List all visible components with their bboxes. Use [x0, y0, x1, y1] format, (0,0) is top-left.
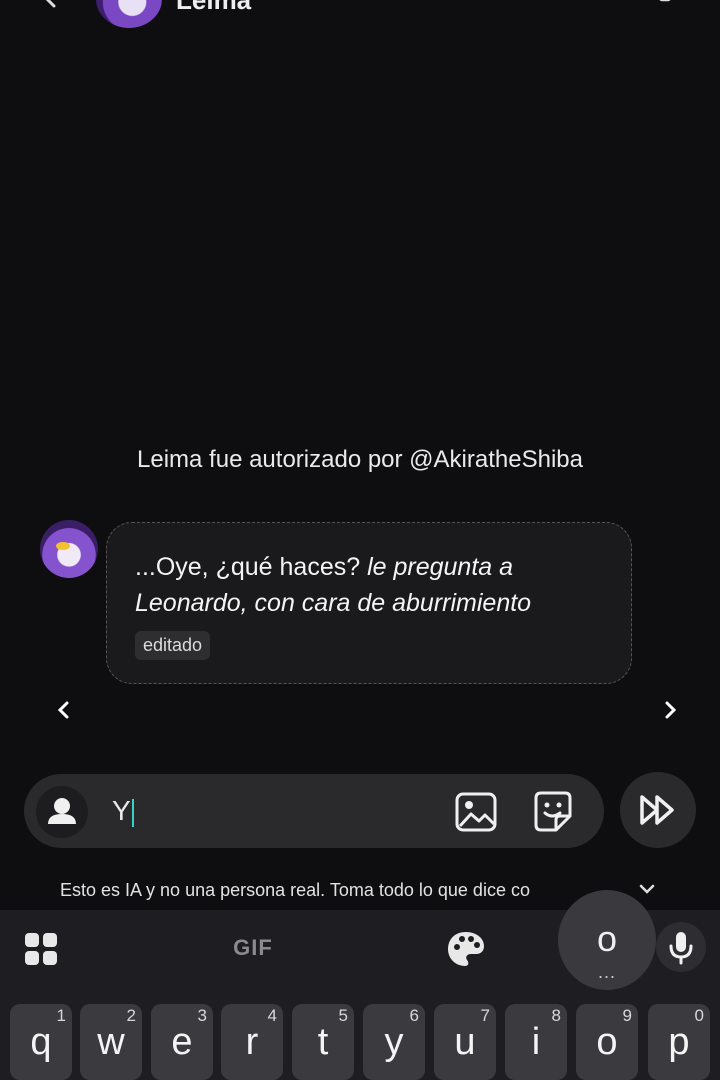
sticker-button[interactable] [530, 790, 576, 834]
sticker-icon [534, 791, 572, 832]
key-p[interactable]: 0p [648, 1004, 710, 1080]
chevron-down-icon[interactable] [636, 878, 658, 900]
key-letter: e [171, 1021, 193, 1063]
key-q[interactable]: 1q [10, 1004, 72, 1080]
key-letter: o [596, 1021, 618, 1063]
gif-button[interactable]: GIF [226, 934, 280, 962]
message-bubble[interactable]: ...Oye, ¿qué haces? le pregunta a Leonar… [106, 522, 632, 684]
key-e[interactable]: 3e [151, 1004, 213, 1080]
edited-badge: editado [135, 631, 211, 660]
key-letter: q [30, 1021, 52, 1063]
menu-icon[interactable] [640, 0, 674, 12]
previous-response-button[interactable] [52, 694, 76, 726]
key-letter: p [668, 1021, 690, 1063]
persona-button[interactable] [36, 786, 88, 838]
mic-button[interactable] [656, 922, 706, 972]
persona-icon [48, 798, 76, 824]
message-input[interactable]: Y [112, 791, 432, 831]
key-w[interactable]: 2w [80, 1004, 142, 1080]
next-response-button[interactable] [658, 694, 682, 726]
voice-call-icon[interactable] [566, 0, 600, 12]
key-letter: i [531, 1021, 541, 1063]
text-caret [131, 798, 134, 827]
message-avatar[interactable] [40, 520, 98, 578]
key-y[interactable]: 6y [363, 1004, 425, 1080]
chevron-left-icon[interactable] [30, 0, 70, 16]
fast-forward-icon [640, 795, 674, 825]
palette-icon[interactable] [446, 930, 486, 968]
image-icon [455, 792, 497, 832]
key-letter: w [97, 1021, 125, 1063]
key-letter: y [384, 1021, 404, 1063]
authorization-notice: Leima fue autorizado por @AkiratheShiba [137, 446, 583, 473]
key-u[interactable]: 7u [434, 1004, 496, 1080]
key-letter: r [245, 1021, 259, 1063]
key-t[interactable]: 5t [292, 1004, 354, 1080]
chat-title[interactable]: Leima [176, 0, 251, 14]
key-i[interactable]: 8i [505, 1004, 567, 1080]
ai-disclaimer: Esto es IA y no una persona real. Toma t… [60, 880, 530, 900]
message-input-value: Y [112, 795, 131, 826]
key-preview-dots: ... [597, 962, 616, 982]
key-r[interactable]: 4r [221, 1004, 283, 1080]
message-text: ...Oye, ¿qué haces? le pregunta a Leonar… [135, 549, 603, 621]
microphone-icon [669, 932, 693, 965]
key-preview-char: o [596, 918, 618, 959]
image-button[interactable] [454, 790, 498, 834]
apps-grid-icon[interactable] [24, 932, 58, 966]
key-o[interactable]: 9o [576, 1004, 638, 1080]
fast-forward-button[interactable] [620, 772, 696, 848]
message-text-plain: ...Oye, ¿qué haces? [135, 553, 368, 581]
key-letter: u [454, 1021, 476, 1063]
key-letter: t [317, 1021, 329, 1063]
